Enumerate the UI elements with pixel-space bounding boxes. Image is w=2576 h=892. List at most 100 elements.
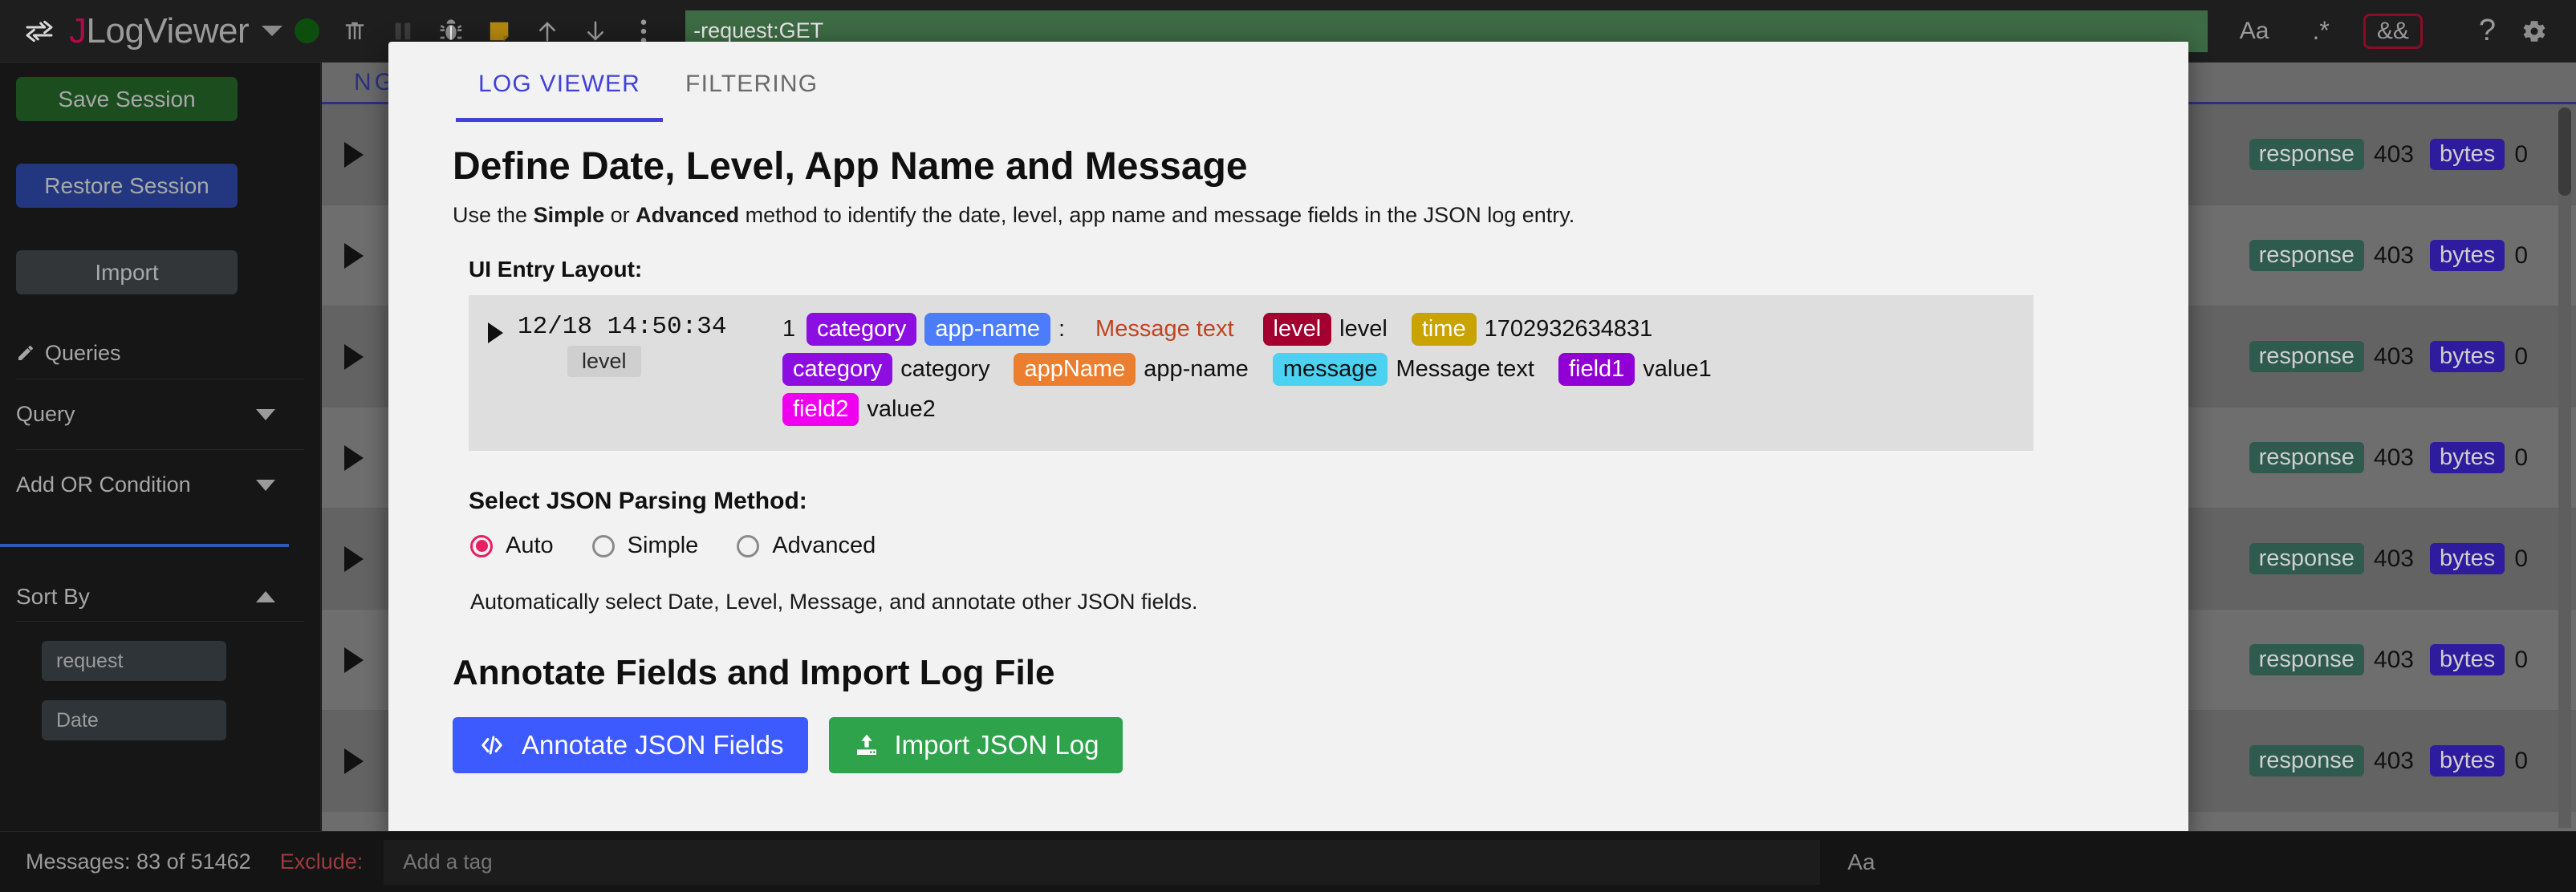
radio-advanced-dot[interactable] — [737, 534, 760, 558]
entry-time-value: 1702932634831 — [1484, 316, 1653, 342]
expand-row-caret-icon[interactable] — [344, 647, 364, 673]
annotate-json-fields-button[interactable]: Annotate JSON Fields — [453, 717, 808, 773]
annotate-json-fields-label: Annotate JSON Fields — [522, 730, 784, 760]
and-operator-toggle[interactable]: && — [2363, 13, 2423, 49]
import-button[interactable]: Import — [16, 250, 238, 294]
restore-session-button[interactable]: Restore Session — [16, 164, 238, 208]
entry-field1-value: value1 — [1643, 356, 1712, 382]
row-fields: response 403 bytes 0 — [2249, 341, 2528, 372]
tag-bytes: bytes — [2429, 442, 2505, 473]
row-fields: response 403 bytes 0 — [2249, 139, 2528, 170]
radio-auto-dot[interactable] — [470, 534, 493, 558]
radio-auto[interactable]: Auto — [470, 533, 554, 559]
entry-date: 12/18 — [518, 313, 593, 341]
tag-bytes: bytes — [2429, 644, 2505, 675]
query-label: Query — [16, 402, 75, 426]
help-icon[interactable]: ? — [2479, 14, 2496, 48]
sort-field-request[interactable]: request — [42, 641, 226, 681]
trash-icon[interactable] — [331, 7, 379, 55]
tag-response: response — [2249, 240, 2364, 271]
regex-toggle[interactable]: .* — [2298, 16, 2343, 46]
row-fields: response 403 bytes 0 — [2249, 543, 2528, 574]
chip-field2: field2 — [782, 393, 859, 426]
chevron-up-icon — [256, 591, 275, 602]
row-fields: response 403 bytes 0 — [2249, 240, 2528, 271]
expand-row-caret-icon[interactable] — [344, 444, 364, 471]
query-accordion[interactable]: Query — [16, 379, 304, 449]
code-brackets-icon — [477, 733, 507, 757]
chevron-down-icon — [256, 408, 275, 420]
entry-row-1: 1 category app-name : Message text level… — [782, 313, 2009, 346]
save-session-button[interactable]: Save Session — [16, 77, 238, 121]
response-value: 403 — [2373, 646, 2414, 673]
bytes-value: 0 — [2514, 444, 2528, 471]
expand-row-caret-icon[interactable] — [344, 141, 364, 168]
chip-field1: field1 — [1558, 353, 1635, 386]
tab-log-viewer[interactable]: LOG VIEWER — [456, 63, 664, 122]
gear-icon[interactable] — [2510, 7, 2558, 55]
chevron-down-icon[interactable] — [262, 26, 283, 36]
entry-level-value: level — [1339, 316, 1388, 342]
app-title: J LogViewer — [69, 10, 250, 51]
tag-bytes: bytes — [2429, 341, 2505, 372]
radio-simple-dot[interactable] — [591, 534, 615, 558]
entry-message-text: Message text — [1095, 316, 1234, 342]
import-json-log-label: Import JSON Log — [894, 730, 1099, 760]
ui-entry-layout-label: UI Entry Layout: — [469, 257, 643, 282]
match-case-toggle[interactable]: Aa — [2227, 14, 2282, 48]
tag-response: response — [2249, 341, 2364, 372]
lead-paragraph: Use the Simple or Advanced method to ide… — [453, 203, 2124, 228]
modal-tab-bar: LOG VIEWER FILTERING — [388, 42, 2188, 122]
response-value: 403 — [2373, 241, 2414, 269]
entry-time: 14:50:34 — [607, 313, 727, 341]
entry-preview-box: 12/18 14:50:34 level 1 category app-name… — [469, 295, 2034, 451]
radio-advanced[interactable]: Advanced — [737, 533, 876, 559]
chip-message: message — [1272, 353, 1388, 386]
entry-row-2: category category appName app-name messa… — [782, 353, 2009, 386]
expand-row-caret-icon[interactable] — [344, 343, 364, 370]
response-value: 403 — [2373, 545, 2414, 572]
entry-field2-value: value2 — [867, 396, 936, 422]
status-dot-green[interactable] — [282, 7, 331, 55]
modal-action-buttons: Annotate JSON Fields Import JSON Log — [453, 717, 2124, 773]
tag-response: response — [2249, 644, 2364, 675]
lead-bold-advanced: Advanced — [636, 203, 740, 227]
entry-fields-column: 1 category app-name : Message text level… — [782, 313, 2009, 433]
expand-row-caret-icon[interactable] — [488, 322, 503, 343]
expand-row-caret-icon[interactable] — [344, 545, 364, 572]
radio-simple-label: Simple — [627, 533, 699, 558]
tag-bytes: bytes — [2429, 139, 2505, 170]
add-or-condition-accordion[interactable]: Add OR Condition — [16, 449, 304, 520]
response-value: 403 — [2373, 444, 2414, 471]
tag-response: response — [2249, 139, 2364, 170]
radio-simple[interactable]: Simple — [591, 533, 699, 559]
expand-row-caret-icon[interactable] — [344, 748, 364, 774]
entry-datetime-column: 12/18 14:50:34 level — [518, 313, 782, 377]
sort-field-date[interactable]: Date — [42, 700, 226, 740]
exclude-match-case-toggle[interactable]: Aa — [1847, 849, 1875, 875]
lead-post: method to identify the date, level, app … — [739, 203, 1575, 227]
chip-time: time — [1411, 313, 1477, 346]
lead-bold-simple: Simple — [533, 203, 605, 227]
exclude-tag-input[interactable] — [384, 839, 1821, 885]
row-fields: response 403 bytes 0 — [2249, 745, 2528, 776]
bytes-value: 0 — [2514, 747, 2528, 774]
sort-by-accordion[interactable]: Sort By — [16, 584, 304, 622]
message-count: Messages: 83 of 51462 — [26, 849, 251, 874]
tag-bytes: bytes — [2429, 543, 2505, 574]
chip-level: level — [1262, 313, 1332, 346]
entry-colon: : — [1058, 316, 1066, 342]
log-scrollbar[interactable] — [2558, 107, 2571, 828]
row-fields: response 403 bytes 0 — [2249, 442, 2528, 473]
bytes-value: 0 — [2514, 646, 2528, 673]
pencil-icon — [16, 343, 35, 363]
tab-filtering[interactable]: FILTERING — [663, 63, 840, 122]
tag-response: response — [2249, 745, 2364, 776]
expand-row-caret-icon[interactable] — [344, 242, 364, 269]
status-bar: Messages: 83 of 51462 Exclude: Aa — [0, 831, 2576, 892]
app-window: NG response 403 bytes 0 response 403 bytes 0 res… — [0, 0, 2576, 892]
queries-header[interactable]: Queries — [16, 330, 304, 375]
app-title-text: LogViewer — [86, 10, 250, 51]
log-scrollbar-thumb[interactable] — [2558, 107, 2571, 196]
import-json-log-button[interactable]: Import JSON Log — [828, 717, 1123, 773]
